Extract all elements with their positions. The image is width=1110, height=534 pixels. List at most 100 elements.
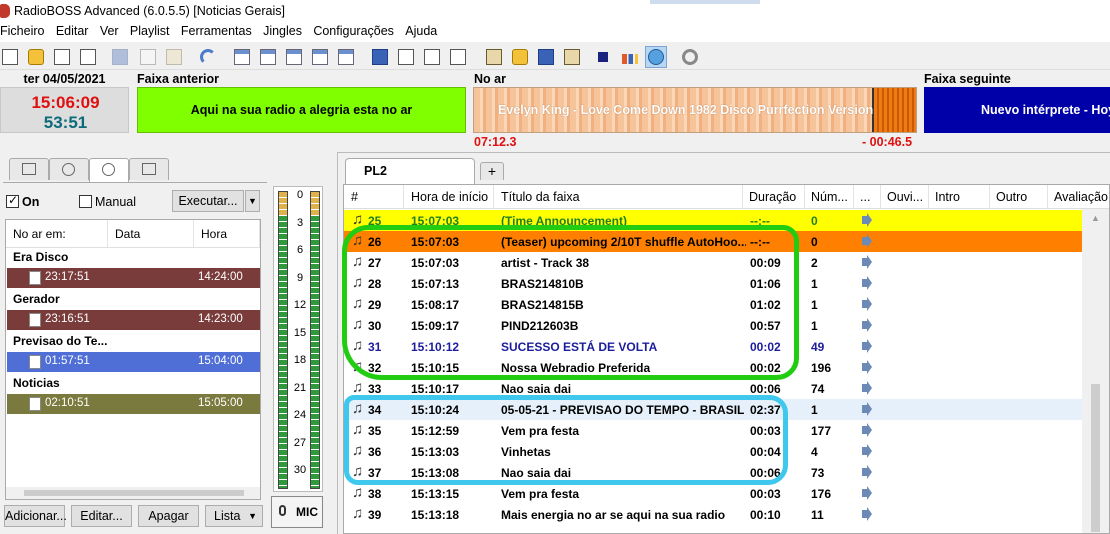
col-rating[interactable]: Avaliação (1054, 190, 1108, 204)
playlist-row[interactable]: 32 15:10:15 Nossa Webradio Preferida 00:02 1… (344, 357, 1084, 378)
copy-icon[interactable] (140, 49, 156, 65)
sched-event-row[interactable]: 23:16:51 14:23:00 (7, 310, 260, 330)
open-folder-icon[interactable] (28, 49, 44, 65)
tab-search[interactable] (49, 158, 89, 180)
save-as-icon[interactable] (80, 49, 96, 65)
insert-track-icon[interactable] (372, 49, 388, 65)
track-title: Nao saia dai (501, 382, 572, 396)
add-event-button[interactable]: Adicionar... (4, 505, 67, 527)
save-icon[interactable] (54, 49, 70, 65)
stop-icon[interactable] (598, 52, 608, 62)
sched-group-title[interactable]: Era Disco (13, 250, 68, 264)
col-outro[interactable]: Outro (996, 190, 1027, 204)
scheduler-icon[interactable] (486, 49, 502, 65)
playlist-row[interactable]: 28 15:07:13 BRAS214810B 01:06 1 (344, 273, 1084, 294)
scroll-thumb[interactable] (24, 490, 244, 496)
playlist-row[interactable]: 34 15:10:24 05-05-21 - PREVISAO DO TEMPO -… (344, 399, 1084, 420)
clipboard-icon[interactable] (564, 49, 580, 65)
vu-scale-label: 12 (293, 299, 307, 311)
execute-button[interactable]: Executar... (172, 190, 244, 212)
menu-ajuda[interactable]: Ajuda (401, 22, 441, 38)
settings-gear-icon[interactable] (682, 49, 698, 65)
track-play-count: 1 (811, 403, 818, 417)
playlist-row[interactable]: 30 15:09:17 PIND212603B 00:57 1 (344, 315, 1084, 336)
sched-event-row[interactable]: 23:17:51 14:24:00 (7, 268, 260, 288)
col-listened[interactable]: Ouvi... (887, 190, 923, 204)
tab-scheduler[interactable] (89, 158, 129, 182)
insert-stream-icon[interactable] (450, 49, 466, 65)
paste-icon[interactable] (166, 49, 182, 65)
playlist-row[interactable]: 33 15:10:17 Nao saia dai 00:06 74 (344, 378, 1084, 399)
playlist-row[interactable]: 35 15:12:59 Vem pra festa 00:03 177 (344, 420, 1084, 441)
menu-editar[interactable]: Editar (52, 22, 93, 38)
menu-configuracoes[interactable]: Configurações (309, 22, 398, 38)
statistics-icon[interactable] (622, 54, 638, 64)
playlist-row[interactable]: 29 15:08:17 BRAS214815B 01:02 1 (344, 294, 1084, 315)
undo-icon[interactable] (200, 49, 216, 65)
sched-group-title[interactable]: Gerador (13, 292, 60, 306)
delete-event-button[interactable]: Apagar (138, 505, 199, 527)
insert-music-icon[interactable] (424, 49, 440, 65)
col-more[interactable]: ... (860, 190, 870, 204)
playlist-row[interactable]: 37 15:13:08 Nao saia dai 00:06 73 (344, 462, 1084, 483)
vu-scale-label: 0 (296, 189, 304, 201)
sched-col-on-air[interactable]: No ar em: (6, 220, 108, 248)
jingle-icon[interactable] (512, 49, 528, 65)
speaker-icon (862, 339, 872, 353)
music-note-icon (352, 211, 366, 228)
menu-ferramentas[interactable]: Ferramentas (177, 22, 256, 38)
view-layout-3-icon[interactable] (286, 49, 302, 65)
scheduler-hscrollbar[interactable] (6, 487, 260, 499)
playlist-row[interactable]: 25 15:07:03 (Time Announcement) --:-- 0 (344, 210, 1084, 231)
on-checkbox[interactable] (6, 193, 19, 208)
col-start-time[interactable]: Hora de início (411, 190, 488, 204)
playlist-row[interactable]: 31 15:10:12 SUCESSO ESTÁ DE VOLTA 00:02 49 (344, 336, 1084, 357)
menu-jingles[interactable]: Jingles (259, 22, 306, 38)
col-title[interactable]: Título da faixa (501, 190, 580, 204)
sched-event-row[interactable]: 01:57:51 15:04:00 (7, 352, 260, 372)
col-duration[interactable]: Duração (749, 190, 796, 204)
tab-library[interactable] (9, 158, 49, 180)
menu-ver[interactable]: Ver (96, 22, 123, 38)
playlist-vscrollbar[interactable]: ▲ (1082, 209, 1109, 533)
playlist-row[interactable]: 27 15:07:03 artist - Track 38 00:09 2 (344, 252, 1084, 273)
sched-group-title[interactable]: Previsao do Te... (13, 334, 107, 348)
track-duration: 00:02 (750, 361, 781, 375)
playlist-row[interactable]: 39 15:13:18 Mais energia no ar se aqui na … (344, 504, 1084, 525)
edit-event-button[interactable]: Editar... (71, 505, 132, 527)
view-layout-5-icon[interactable] (338, 49, 354, 65)
cut-icon[interactable] (112, 49, 128, 65)
scroll-up-icon[interactable]: ▲ (1091, 213, 1100, 223)
col-number[interactable]: # (351, 190, 358, 204)
execute-dropdown-button[interactable]: ▼ (245, 190, 260, 212)
sched-event-row[interactable]: 02:10:51 15:05:00 (7, 394, 260, 414)
playlist-row[interactable]: 26 15:07:03 (Teaser) upcoming 2/10T shuffl… (344, 231, 1084, 252)
view-layout-4-icon[interactable] (312, 49, 328, 65)
music-note-icon (352, 463, 366, 480)
broadcast-toggle[interactable] (645, 46, 667, 68)
broadcast-icon[interactable] (538, 49, 554, 65)
sched-group-title[interactable]: Noticias (13, 376, 60, 390)
col-intro[interactable]: Intro (935, 190, 960, 204)
new-playlist-icon[interactable] (2, 49, 18, 65)
sched-col-hour[interactable]: Hora (194, 220, 260, 248)
menu-playlist[interactable]: Playlist (126, 22, 174, 38)
track-duration: 02:37 (750, 403, 781, 417)
sched-col-date[interactable]: Data (108, 220, 194, 248)
tab-pl2[interactable]: PL2 (345, 158, 475, 184)
playlist-row[interactable]: 38 15:13:15 Vem pra festa 00:03 176 (344, 483, 1084, 504)
scroll-thumb[interactable] (1091, 384, 1100, 532)
tab-mixer[interactable] (129, 158, 169, 180)
add-playlist-tab-button[interactable]: + (480, 162, 504, 180)
insert-file-icon[interactable] (398, 49, 414, 65)
on-air-waveform[interactable]: Evelyn King - Love Come Down 1982 Disco … (473, 87, 917, 133)
list-dropdown-button[interactable]: Lista ▼ (205, 505, 263, 527)
playlist-row[interactable]: 36 15:13:03 Vinhetas 00:04 4 (344, 441, 1084, 462)
view-layout-2-icon[interactable] (260, 49, 276, 65)
view-layout-1-icon[interactable] (234, 49, 250, 65)
col-count[interactable]: Núm... (811, 190, 848, 204)
manual-checkbox[interactable] (79, 195, 92, 208)
event-time: 23:17:51 (45, 271, 90, 283)
mic-button[interactable]: MIC (271, 496, 323, 528)
menu-ficheiro[interactable]: Ficheiro (0, 22, 48, 38)
